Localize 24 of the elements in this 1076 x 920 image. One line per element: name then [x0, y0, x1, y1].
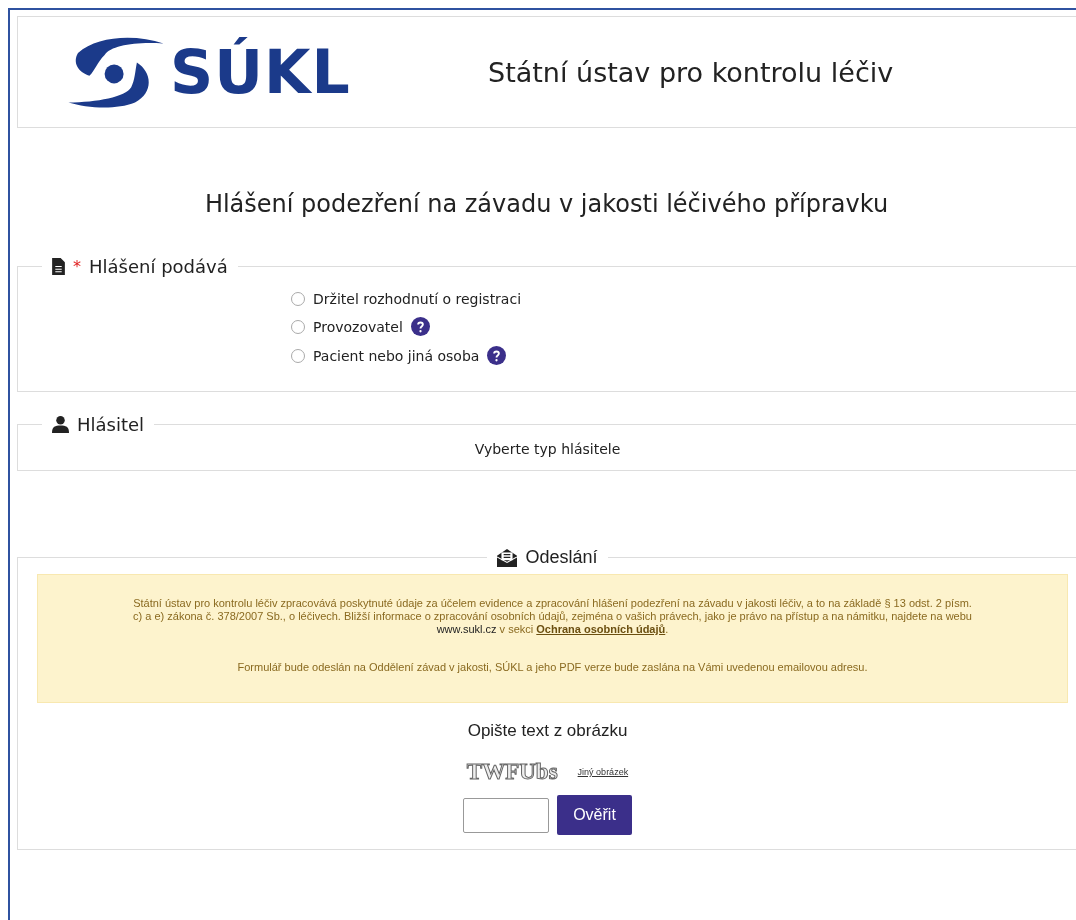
- verify-button[interactable]: Ověřit: [557, 795, 632, 835]
- radio-button[interactable]: [291, 348, 305, 363]
- captcha-prompt: Opište text z obrázku: [466, 721, 629, 741]
- logo-text: SÚKL: [170, 37, 351, 107]
- radio-label[interactable]: Držitel rozhodnutí o registraci: [313, 291, 522, 307]
- radio-button[interactable]: [291, 319, 305, 334]
- privacy-notice: Státní ústav pro kontrolu léčiv zpracovává poskytnuté údaje za účelem evidence a zpracování hlášení podezření na závadu v jakosti léčiv, a to na základě § 13 odst. 2 písm. c) a e) zákona č. 378/2007 Sb., o léčivech. Bližší informace o zpracování osobních údajů, zejména o vašich právech, jako je právo na přístup a na námitku, najdete na webu www.sukl.cz v sekci Ochrana osobních údajů.: [132, 597, 973, 636]
- radio-button[interactable]: [291, 292, 305, 306]
- envelope-icon: [497, 548, 518, 567]
- radio-label[interactable]: Pacient nebo jiná osoba: [313, 347, 480, 364]
- document-icon: [52, 258, 65, 275]
- person-icon: [52, 416, 69, 433]
- refresh-captcha-link[interactable]: Jiný obrázek: [577, 767, 629, 777]
- page-title: Hlášení podezření na závadu v jakosti léčivého přípravku: [203, 190, 890, 218]
- site-title: Státní ústav pro kontrolu léčiv: [488, 56, 894, 88]
- section-title: Hlášení podává: [89, 256, 228, 277]
- submission-notice: Formulář bude odeslán na Oddělení závad v jakosti, SÚKL a jeho PDF verze bude zaslána na Vámi uvedenou emailovou adresu.: [236, 661, 869, 674]
- section-title: Odeslání: [525, 547, 598, 568]
- captcha-input[interactable]: [463, 797, 550, 833]
- captcha-image: TWFUbs: [466, 759, 558, 785]
- radio-label[interactable]: Provozovatel: [313, 318, 403, 335]
- required-asterisk: *: [73, 257, 81, 276]
- placeholder-message: Vyberte typ hlásitele: [473, 440, 622, 459]
- section-title: Hlásitel: [77, 414, 145, 435]
